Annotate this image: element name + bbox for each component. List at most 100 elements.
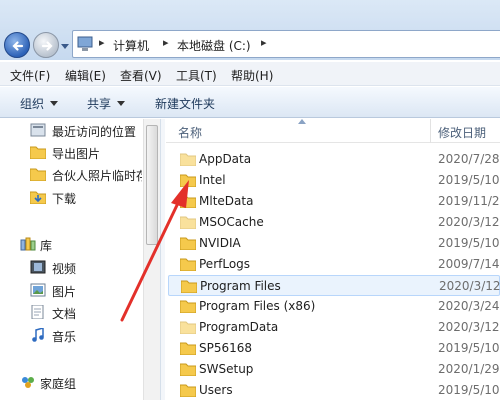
folder-icon	[30, 146, 46, 159]
file-name: SP56168	[199, 341, 253, 355]
file-date: 2019/5/10	[438, 173, 500, 187]
file-date: 2009/7/14	[438, 257, 500, 271]
column-header-name[interactable]: 名称	[178, 124, 202, 141]
navigation-pane: 最近访问的位置 导出图片 合伙人照片临时存 下载 库 视频 图片 文档 音乐 家…	[0, 119, 160, 400]
download-folder-icon	[30, 191, 46, 204]
address-bar-area: ▸ 计算机 ▸ 本地磁盘 (C:) ▸	[0, 0, 500, 60]
nav-item-label: 合伙人照片临时存	[52, 169, 142, 183]
folder-icon	[180, 342, 196, 355]
column-header-row: 名称 修改日期	[166, 119, 500, 143]
folder-icon	[181, 280, 197, 293]
column-header-date[interactable]: 修改日期	[438, 124, 486, 141]
navigation-scrollbar[interactable]	[143, 119, 160, 400]
new-folder-button[interactable]: 新建文件夹	[155, 95, 215, 112]
file-row[interactable]: Program Files 2020/3/12	[168, 275, 500, 296]
homegroup-icon	[22, 377, 34, 388]
nav-item-music[interactable]: 音乐	[30, 327, 142, 345]
picture-library-icon	[30, 283, 46, 297]
file-row[interactable]: MlteData 2019/11/23	[168, 191, 500, 212]
file-date: 2019/5/10	[438, 341, 500, 355]
nav-item-documents[interactable]: 文档	[30, 304, 142, 322]
nav-item-label: 视频	[52, 262, 77, 276]
file-name: Intel	[199, 173, 226, 187]
crumb-separator[interactable]: ▸	[261, 36, 267, 49]
nav-item-recent-places[interactable]: 最近访问的位置	[30, 122, 142, 140]
file-row[interactable]: NVIDIA 2019/5/10	[168, 233, 500, 254]
menu-edit[interactable]: 编辑(E)	[65, 67, 106, 84]
folder-icon	[30, 168, 46, 181]
column-divider[interactable]	[430, 119, 431, 143]
folder-icon	[180, 258, 196, 271]
folder-icon	[180, 300, 196, 313]
folder-icon	[180, 363, 196, 376]
file-row[interactable]: Intel 2019/5/10	[168, 170, 500, 191]
share-button[interactable]: 共享	[87, 95, 126, 112]
file-name: NVIDIA	[199, 236, 241, 250]
scrollbar-thumb[interactable]	[146, 125, 158, 245]
file-name: Users	[199, 383, 233, 397]
menu-file[interactable]: 文件(F)	[10, 67, 50, 84]
address-field[interactable]: ▸ 计算机 ▸ 本地磁盘 (C:) ▸	[72, 30, 500, 58]
chevron-down-icon	[50, 101, 59, 106]
file-row[interactable]: PerfLogs 2009/7/14	[168, 254, 500, 275]
organize-label: 组织	[20, 97, 45, 111]
libraries-icon	[20, 237, 36, 251]
menu-tools[interactable]: 工具(T)	[176, 67, 217, 84]
nav-item-export-pictures[interactable]: 导出图片	[30, 144, 142, 162]
file-date: 2020/3/12	[438, 215, 500, 229]
nav-item-label: 最近访问的位置	[52, 125, 137, 139]
file-name: AppData	[199, 152, 252, 166]
pane-splitter[interactable]	[160, 119, 165, 400]
back-button[interactable]	[4, 32, 30, 58]
organize-button[interactable]: 组织	[20, 95, 59, 112]
file-date: 2020/3/12	[438, 320, 500, 334]
file-row[interactable]: MSOCache 2020/3/12	[168, 212, 500, 233]
file-date: 2020/3/12	[439, 279, 500, 293]
nav-item-label: 图片	[52, 285, 77, 299]
nav-item-label: 音乐	[52, 330, 77, 344]
file-list: 名称 修改日期 AppData 2020/7/28 Intel 2019/5/10 Ml…	[166, 119, 500, 400]
nav-item-label: 文档	[52, 307, 77, 321]
command-bar: 组织 共享 新建文件夹	[0, 87, 500, 118]
arrow-right-icon	[41, 41, 53, 51]
file-row[interactable]: Users 2019/5/10	[168, 380, 500, 400]
share-label: 共享	[87, 97, 112, 111]
file-row[interactable]: SP56168 2019/5/10	[168, 338, 500, 359]
file-name: Program Files (x86)	[199, 299, 316, 313]
nav-item-downloads[interactable]: 下载	[30, 189, 142, 207]
music-library-icon	[32, 328, 44, 342]
file-name: MlteData	[199, 194, 254, 208]
file-date: 2019/11/23	[438, 194, 500, 208]
crumb-separator[interactable]: ▸	[163, 36, 169, 49]
recent-pages-dropdown[interactable]	[61, 42, 69, 50]
breadcrumb-local-disk[interactable]: 本地磁盘 (C:)	[177, 37, 251, 54]
file-name: ProgramData	[199, 320, 279, 334]
nav-item-pictures[interactable]: 图片	[30, 282, 142, 300]
nav-item-videos[interactable]: 视频	[30, 259, 142, 277]
file-date: 2019/5/10	[438, 236, 500, 250]
menu-help[interactable]: 帮助(H)	[231, 67, 273, 84]
breadcrumb-computer[interactable]: 计算机	[113, 37, 149, 54]
file-row[interactable]: ProgramData 2020/3/12	[168, 317, 500, 338]
forward-button[interactable]	[33, 32, 59, 58]
menu-bar: 文件(F) 编辑(E) 查看(V) 工具(T) 帮助(H)	[0, 62, 500, 86]
file-row[interactable]: Program Files (x86) 2020/3/24	[168, 296, 500, 317]
computer-icon	[77, 36, 93, 51]
arrow-left-icon	[12, 41, 24, 51]
sort-ascending-icon	[298, 119, 306, 124]
file-name: PerfLogs	[199, 257, 251, 271]
menu-view[interactable]: 查看(V)	[120, 67, 162, 84]
folder-icon	[180, 195, 196, 208]
file-row[interactable]: AppData 2020/7/28	[168, 149, 500, 170]
nav-item-partner-photos[interactable]: 合伙人照片临时存	[30, 166, 142, 184]
recent-places-icon	[30, 123, 46, 137]
crumb-separator[interactable]: ▸	[99, 36, 105, 49]
file-name: Program Files	[200, 279, 281, 293]
file-date: 2020/3/24	[438, 299, 500, 313]
video-library-icon	[30, 260, 46, 274]
file-name: MSOCache	[199, 215, 264, 229]
nav-homegroup-label: 家庭组	[40, 377, 77, 391]
nav-item-label: 下载	[52, 192, 77, 206]
file-row[interactable]: SWSetup 2020/1/29	[168, 359, 500, 380]
folder-icon	[180, 384, 196, 397]
